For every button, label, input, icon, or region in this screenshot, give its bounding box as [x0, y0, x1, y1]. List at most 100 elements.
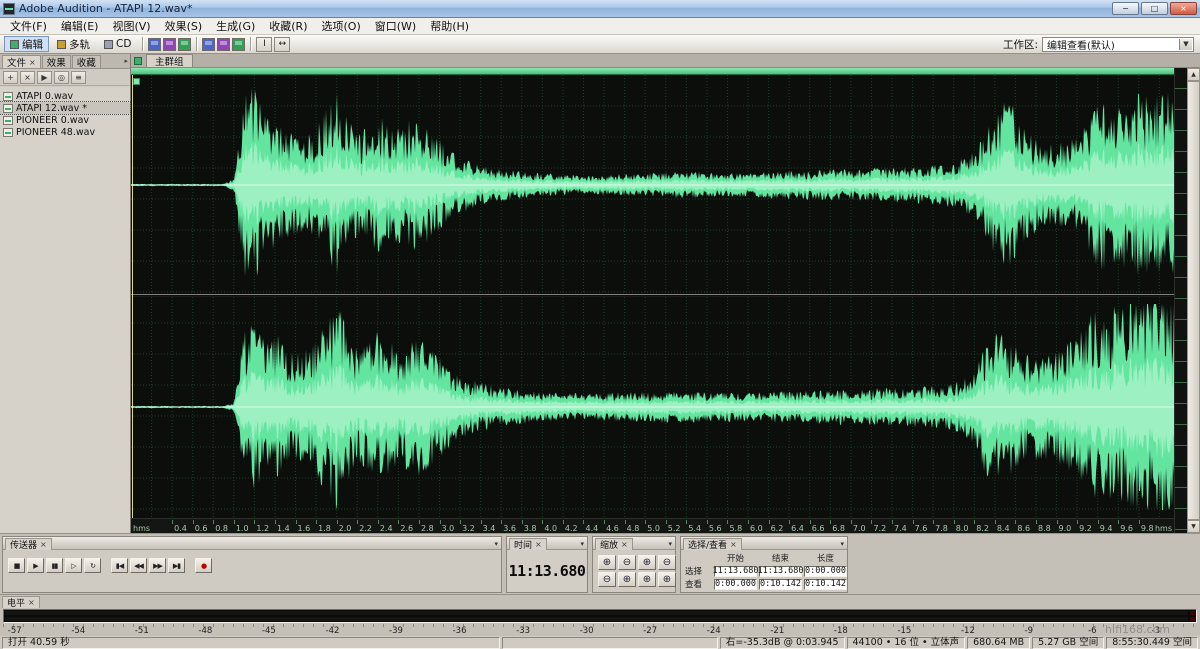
view-start-value[interactable]: 0:00.000: [714, 579, 757, 590]
favorites-tab[interactable]: 收藏: [72, 55, 101, 68]
menu-file[interactable]: 文件(F): [3, 17, 54, 35]
multitrack-view-button[interactable]: 多轨: [51, 36, 96, 52]
open-file-button[interactable]: [163, 38, 176, 51]
panel-menu-icon[interactable]: ▾: [494, 540, 498, 548]
close-icon[interactable]: ×: [29, 58, 36, 67]
insert-multitrack-button[interactable]: ▶: [37, 71, 52, 84]
ruler-tick: [830, 520, 831, 524]
pause-button[interactable]: ▮▮: [46, 558, 63, 573]
import-file-button[interactable]: +: [3, 71, 18, 84]
batch-process-button[interactable]: [232, 38, 245, 51]
title-bar[interactable]: Adobe Audition - ATAPI 12.wav* −□×: [0, 0, 1200, 18]
stop-button[interactable]: ■: [8, 558, 25, 573]
zoom-in-vertical-button[interactable]: ⊕: [618, 572, 636, 587]
cd-view-button[interactable]: CD: [98, 36, 137, 52]
waveform-display[interactable]: 0.40.60.81.01.21.41.61.82.02.22.42.62.83…: [131, 68, 1174, 533]
scrub-tool-button[interactable]: ↔: [274, 37, 290, 52]
clip-indicator-right[interactable]: [1190, 617, 1195, 621]
scroll-up-icon[interactable]: ▲: [1187, 68, 1200, 81]
play-looped-button[interactable]: ↻: [84, 558, 101, 573]
menu-generate[interactable]: 生成(G): [209, 17, 262, 35]
levels-panel-tab[interactable]: 电平 ×: [2, 596, 40, 608]
clip-indicator-left[interactable]: [1190, 611, 1195, 615]
close-icon[interactable]: ×: [535, 540, 542, 549]
horizontal-range-bar[interactable]: [131, 68, 1174, 75]
play-from-cursor-button[interactable]: ▷: [65, 558, 82, 573]
vertical-scrollbar[interactable]: ▲ ▼: [1187, 68, 1200, 533]
zoom-full-button[interactable]: ⊖: [658, 555, 676, 570]
time-display[interactable]: 11:13.680: [507, 550, 587, 592]
zoom-out-horizontal-button[interactable]: ⊖: [618, 555, 636, 570]
file-list-item[interactable]: PIONEER 0.wav: [0, 114, 130, 126]
menu-favorites[interactable]: 收藏(R): [262, 17, 314, 35]
close-icon[interactable]: ×: [730, 540, 737, 549]
scroll-down-icon[interactable]: ▼: [1187, 520, 1200, 533]
tab-main-group[interactable]: 主群组: [146, 54, 193, 67]
menu-edit[interactable]: 编辑(E): [54, 17, 106, 35]
zoom-left-edge-button[interactable]: ⊕: [638, 572, 656, 587]
record-button[interactable]: ●: [195, 558, 212, 573]
waveform-svg[interactable]: [131, 75, 1174, 518]
tab-overflow-icon[interactable]: ▸: [124, 57, 128, 65]
selection-panel-header: 选择/查看 × ▾: [681, 537, 847, 550]
file-list-item[interactable]: ATAPI 0.wav: [0, 90, 130, 102]
time-ruler[interactable]: 0.40.60.81.01.21.41.61.82.02.22.42.62.83…: [131, 518, 1174, 533]
menu-window[interactable]: 窗口(W): [368, 17, 423, 35]
files-tab[interactable]: 文件×: [2, 55, 41, 68]
panel-menu-icon[interactable]: ▾: [580, 540, 584, 548]
redo-button[interactable]: [217, 38, 230, 51]
close-file-button[interactable]: ×: [20, 71, 35, 84]
options-menu-button[interactable]: ≡: [71, 71, 86, 84]
go-to-beginning-button[interactable]: ▮◀: [111, 558, 128, 573]
view-end-value[interactable]: 0:10.142: [759, 579, 802, 590]
zoom-in-horizontal-button[interactable]: ⊕: [598, 555, 616, 570]
workspace-combobox[interactable]: 编辑查看(默认) ▼: [1042, 37, 1194, 52]
go-to-end-button[interactable]: ▶▮: [168, 558, 185, 573]
panel-menu-icon[interactable]: ▾: [840, 540, 844, 548]
menu-effects[interactable]: 效果(S): [158, 17, 210, 35]
panel-menu-icon[interactable]: ▾: [668, 540, 672, 548]
play-button[interactable]: ▶: [27, 558, 44, 573]
insert-cd-button[interactable]: ◎: [54, 71, 69, 84]
ruler-tick: [1077, 520, 1078, 524]
fast-forward-button[interactable]: ▶▶: [149, 558, 166, 573]
menu-help[interactable]: 帮助(H): [423, 17, 476, 35]
file-list-item[interactable]: PIONEER 48.wav: [0, 126, 130, 138]
menu-options[interactable]: 选项(O): [315, 17, 368, 35]
selection-panel-tab[interactable]: 选择/查看 ×: [683, 538, 742, 550]
file-list-item[interactable]: ATAPI 12.wav *: [0, 102, 130, 114]
selection-end-value[interactable]: 11:13.680: [759, 566, 802, 577]
new-file-button[interactable]: [148, 38, 161, 51]
time-panel-tab[interactable]: 时间 ×: [509, 538, 547, 550]
amplitude-ruler[interactable]: [1174, 68, 1187, 533]
zoom-to-selection-button[interactable]: ⊕: [638, 555, 656, 570]
ruler-label: 5.8: [729, 524, 742, 533]
zoom-right-edge-button[interactable]: ⊕: [658, 572, 676, 587]
transport-panel-tab[interactable]: 传送器 ×: [5, 538, 52, 550]
maximize-button[interactable]: □: [1141, 2, 1168, 15]
time-selection-tool-button[interactable]: I: [256, 37, 272, 52]
close-icon[interactable]: ×: [28, 598, 35, 607]
undo-button[interactable]: [202, 38, 215, 51]
effects-tab[interactable]: 效果: [42, 55, 71, 68]
zoom-out-full-button[interactable]: ⊖: [598, 572, 616, 587]
rewind-button[interactable]: ◀◀: [130, 558, 147, 573]
selection-length-value[interactable]: 0:00.000: [804, 566, 847, 577]
scrollbar-thumb[interactable]: [1187, 81, 1200, 520]
close-icon[interactable]: ×: [40, 540, 47, 549]
selection-handle[interactable]: [133, 78, 140, 85]
level-meter[interactable]: [3, 609, 1197, 623]
selection-start-value[interactable]: 11:13.680: [714, 566, 757, 577]
level-scale-label: -42: [326, 626, 340, 636]
close-icon[interactable]: ×: [621, 540, 628, 549]
chevron-down-icon[interactable]: ▼: [1179, 39, 1192, 50]
save-file-button[interactable]: [178, 38, 191, 51]
level-scale-label: -36: [453, 626, 467, 636]
minimize-button[interactable]: −: [1112, 2, 1139, 15]
edit-view-button[interactable]: 编辑: [4, 36, 49, 52]
close-button[interactable]: ×: [1170, 2, 1197, 15]
ruler-tick: [769, 520, 770, 524]
view-length-value[interactable]: 0:10.142: [804, 579, 847, 590]
menu-view[interactable]: 视图(V): [105, 17, 157, 35]
zoom-panel-tab[interactable]: 缩放 ×: [595, 538, 633, 550]
